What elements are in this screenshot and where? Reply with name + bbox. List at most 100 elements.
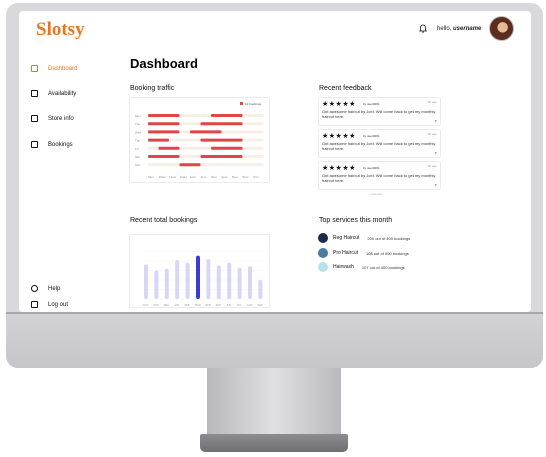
service-color-dot bbox=[318, 262, 328, 272]
traffic-day-label: Mon bbox=[135, 114, 141, 118]
grid-icon bbox=[31, 65, 38, 72]
chin-divider bbox=[6, 312, 543, 314]
view-more-link[interactable]: view more bbox=[371, 193, 382, 196]
service-name: Hairwash bbox=[333, 264, 354, 270]
user-greeting: hello, username bbox=[437, 26, 481, 32]
feedback-card[interactable]: ★★★★★ by user3291 2h ago Got awesome hai… bbox=[318, 97, 441, 126]
traffic-day-label: Tue bbox=[135, 122, 140, 126]
traffic-day-label: Sun bbox=[135, 163, 141, 167]
reply-icon[interactable]: ⌕ bbox=[435, 118, 437, 123]
bookings-bar bbox=[227, 262, 232, 299]
greeting-text: hello, bbox=[437, 26, 454, 32]
traffic-time-label: 12pm bbox=[180, 175, 188, 179]
traffic-booking-bar bbox=[179, 163, 201, 167]
help-icon bbox=[31, 285, 38, 292]
traffic-time-label: 9am bbox=[148, 175, 154, 179]
bookings-month-label: MAR bbox=[195, 303, 201, 307]
bookings-bar bbox=[144, 264, 148, 299]
bookings-bar bbox=[154, 270, 159, 299]
bookings-month-label: DEC bbox=[164, 303, 170, 307]
bookings-month-label: JAN bbox=[174, 303, 179, 307]
sidebar-item-label: Dashboard bbox=[48, 65, 78, 72]
sidebar-item-help[interactable]: Help bbox=[31, 285, 60, 292]
feedback-text: Got awesome haircut by Joel. Will come b… bbox=[322, 141, 436, 151]
monitor-stand bbox=[207, 368, 341, 440]
traffic-booking-bar bbox=[190, 130, 222, 134]
traffic-booking-bar bbox=[211, 146, 243, 150]
page-title: Dashboard bbox=[130, 56, 198, 71]
bookings-bar bbox=[237, 267, 242, 299]
bookings-bar bbox=[248, 266, 252, 299]
sidebar-item-dashboard[interactable]: Dashboard bbox=[31, 65, 77, 72]
traffic-time-label: 5pm bbox=[232, 175, 238, 179]
bell-icon[interactable] bbox=[419, 24, 427, 33]
traffic-booking-bar bbox=[148, 155, 180, 158]
bookings-bar bbox=[216, 265, 221, 299]
calendar-icon bbox=[31, 90, 38, 97]
recent-bookings-card: OCT NOV DEC JAN FEB MAR APR MAY JUN JUL AUG SEP bbox=[129, 234, 270, 308]
sidebar-item-label: Store info bbox=[48, 115, 74, 122]
bookings-month-label: APR bbox=[205, 303, 210, 307]
traffic-booking-bar bbox=[200, 122, 243, 126]
document-icon bbox=[31, 141, 38, 148]
star-rating: ★★★★★ bbox=[322, 101, 356, 108]
bookings-bar bbox=[258, 279, 263, 299]
star-rating: ★★★★★ bbox=[322, 133, 356, 140]
traffic-booking-bar bbox=[200, 155, 243, 158]
feedback-card[interactable]: ★★★★★ by user3291 2h ago Got awesome hai… bbox=[318, 161, 441, 190]
booking-traffic-chart: Mon Tue Wed Thu Fri Sat Sun 9am 10am 11am 12pm 1pm 2… bbox=[135, 102, 264, 179]
reply-icon[interactable]: ⌕ bbox=[435, 182, 437, 187]
traffic-day-label: Fri bbox=[135, 147, 139, 151]
bookings-month-label: MAY bbox=[216, 303, 222, 307]
traffic-day-label: Sat bbox=[135, 155, 140, 159]
recent-bookings-chart: OCT NOV DEC JAN FEB MAR APR MAY JUN JUL AUG SEP bbox=[143, 251, 266, 307]
service-count: 200 out of 400 bookings bbox=[367, 235, 411, 241]
traffic-time-label: 11am bbox=[169, 175, 177, 179]
feedback-time: 2h ago bbox=[427, 132, 437, 136]
monitor-chin bbox=[6, 312, 543, 368]
service-name: Reg Haircut bbox=[333, 235, 360, 241]
bookings-month-label: AUG bbox=[247, 303, 253, 307]
traffic-time-label: 3pm bbox=[211, 175, 217, 179]
bookings-month-label: FEB bbox=[185, 303, 190, 307]
traffic-time-label: 4pm bbox=[222, 175, 228, 179]
sidebar-item-label: Help bbox=[48, 285, 61, 292]
feedback-text: Got awesome haircut by Joel. Will come b… bbox=[322, 109, 436, 119]
traffic-booking-bar bbox=[148, 122, 180, 126]
reply-icon[interactable]: ⌕ bbox=[435, 150, 437, 155]
brand-logo[interactable]: Slotsy bbox=[36, 19, 85, 41]
traffic-time-label: 1pm bbox=[190, 175, 196, 179]
username: username bbox=[453, 26, 482, 32]
store-icon bbox=[31, 115, 38, 122]
service-row[interactable]: Hairwash 107 out of 400 bookings bbox=[318, 262, 405, 272]
sidebar-item-logout[interactable]: Log out bbox=[31, 301, 68, 308]
bookings-month-label: JUL bbox=[237, 303, 242, 307]
avatar[interactable] bbox=[489, 16, 514, 41]
traffic-time-label: 7pm bbox=[253, 175, 259, 179]
feedback-time: 2h ago bbox=[427, 164, 437, 168]
service-color-dot bbox=[318, 248, 328, 258]
traffic-booking-bar bbox=[211, 114, 243, 117]
feedback-text: Got awesome haircut by Joel. Will come b… bbox=[322, 173, 436, 183]
bookings-bar bbox=[185, 262, 190, 299]
bookings-bar bbox=[164, 268, 169, 299]
service-row[interactable]: Reg Haircut 200 out of 400 bookings bbox=[318, 233, 410, 243]
top-services-title: Top services this month bbox=[319, 217, 393, 224]
sidebar-item-availability[interactable]: Availability bbox=[31, 90, 76, 97]
booking-traffic-title: Booking traffic bbox=[130, 85, 175, 92]
traffic-day-label: Wed bbox=[135, 130, 141, 134]
service-name: Pro Haircut bbox=[333, 250, 359, 256]
feedback-card[interactable]: ★★★★★ by user3291 2h ago Got awesome hai… bbox=[318, 129, 441, 158]
bookings-bar bbox=[175, 260, 180, 299]
sidebar-item-bookings[interactable]: Bookings bbox=[31, 141, 73, 148]
traffic-booking-bar bbox=[148, 138, 169, 142]
sidebar-item-store-info[interactable]: Store info bbox=[31, 115, 74, 122]
traffic-booking-bar bbox=[148, 130, 180, 134]
traffic-booking-bar bbox=[200, 138, 243, 142]
sidebar-item-label: Bookings bbox=[48, 141, 73, 148]
feedback-user: by user3291 bbox=[363, 102, 380, 106]
service-count: 108 out of 400 bookings bbox=[366, 250, 409, 256]
service-row[interactable]: Pro Haircut 108 out of 400 bookings bbox=[318, 248, 409, 258]
traffic-time-label: 10am bbox=[159, 175, 167, 179]
bookings-bar bbox=[196, 255, 200, 299]
